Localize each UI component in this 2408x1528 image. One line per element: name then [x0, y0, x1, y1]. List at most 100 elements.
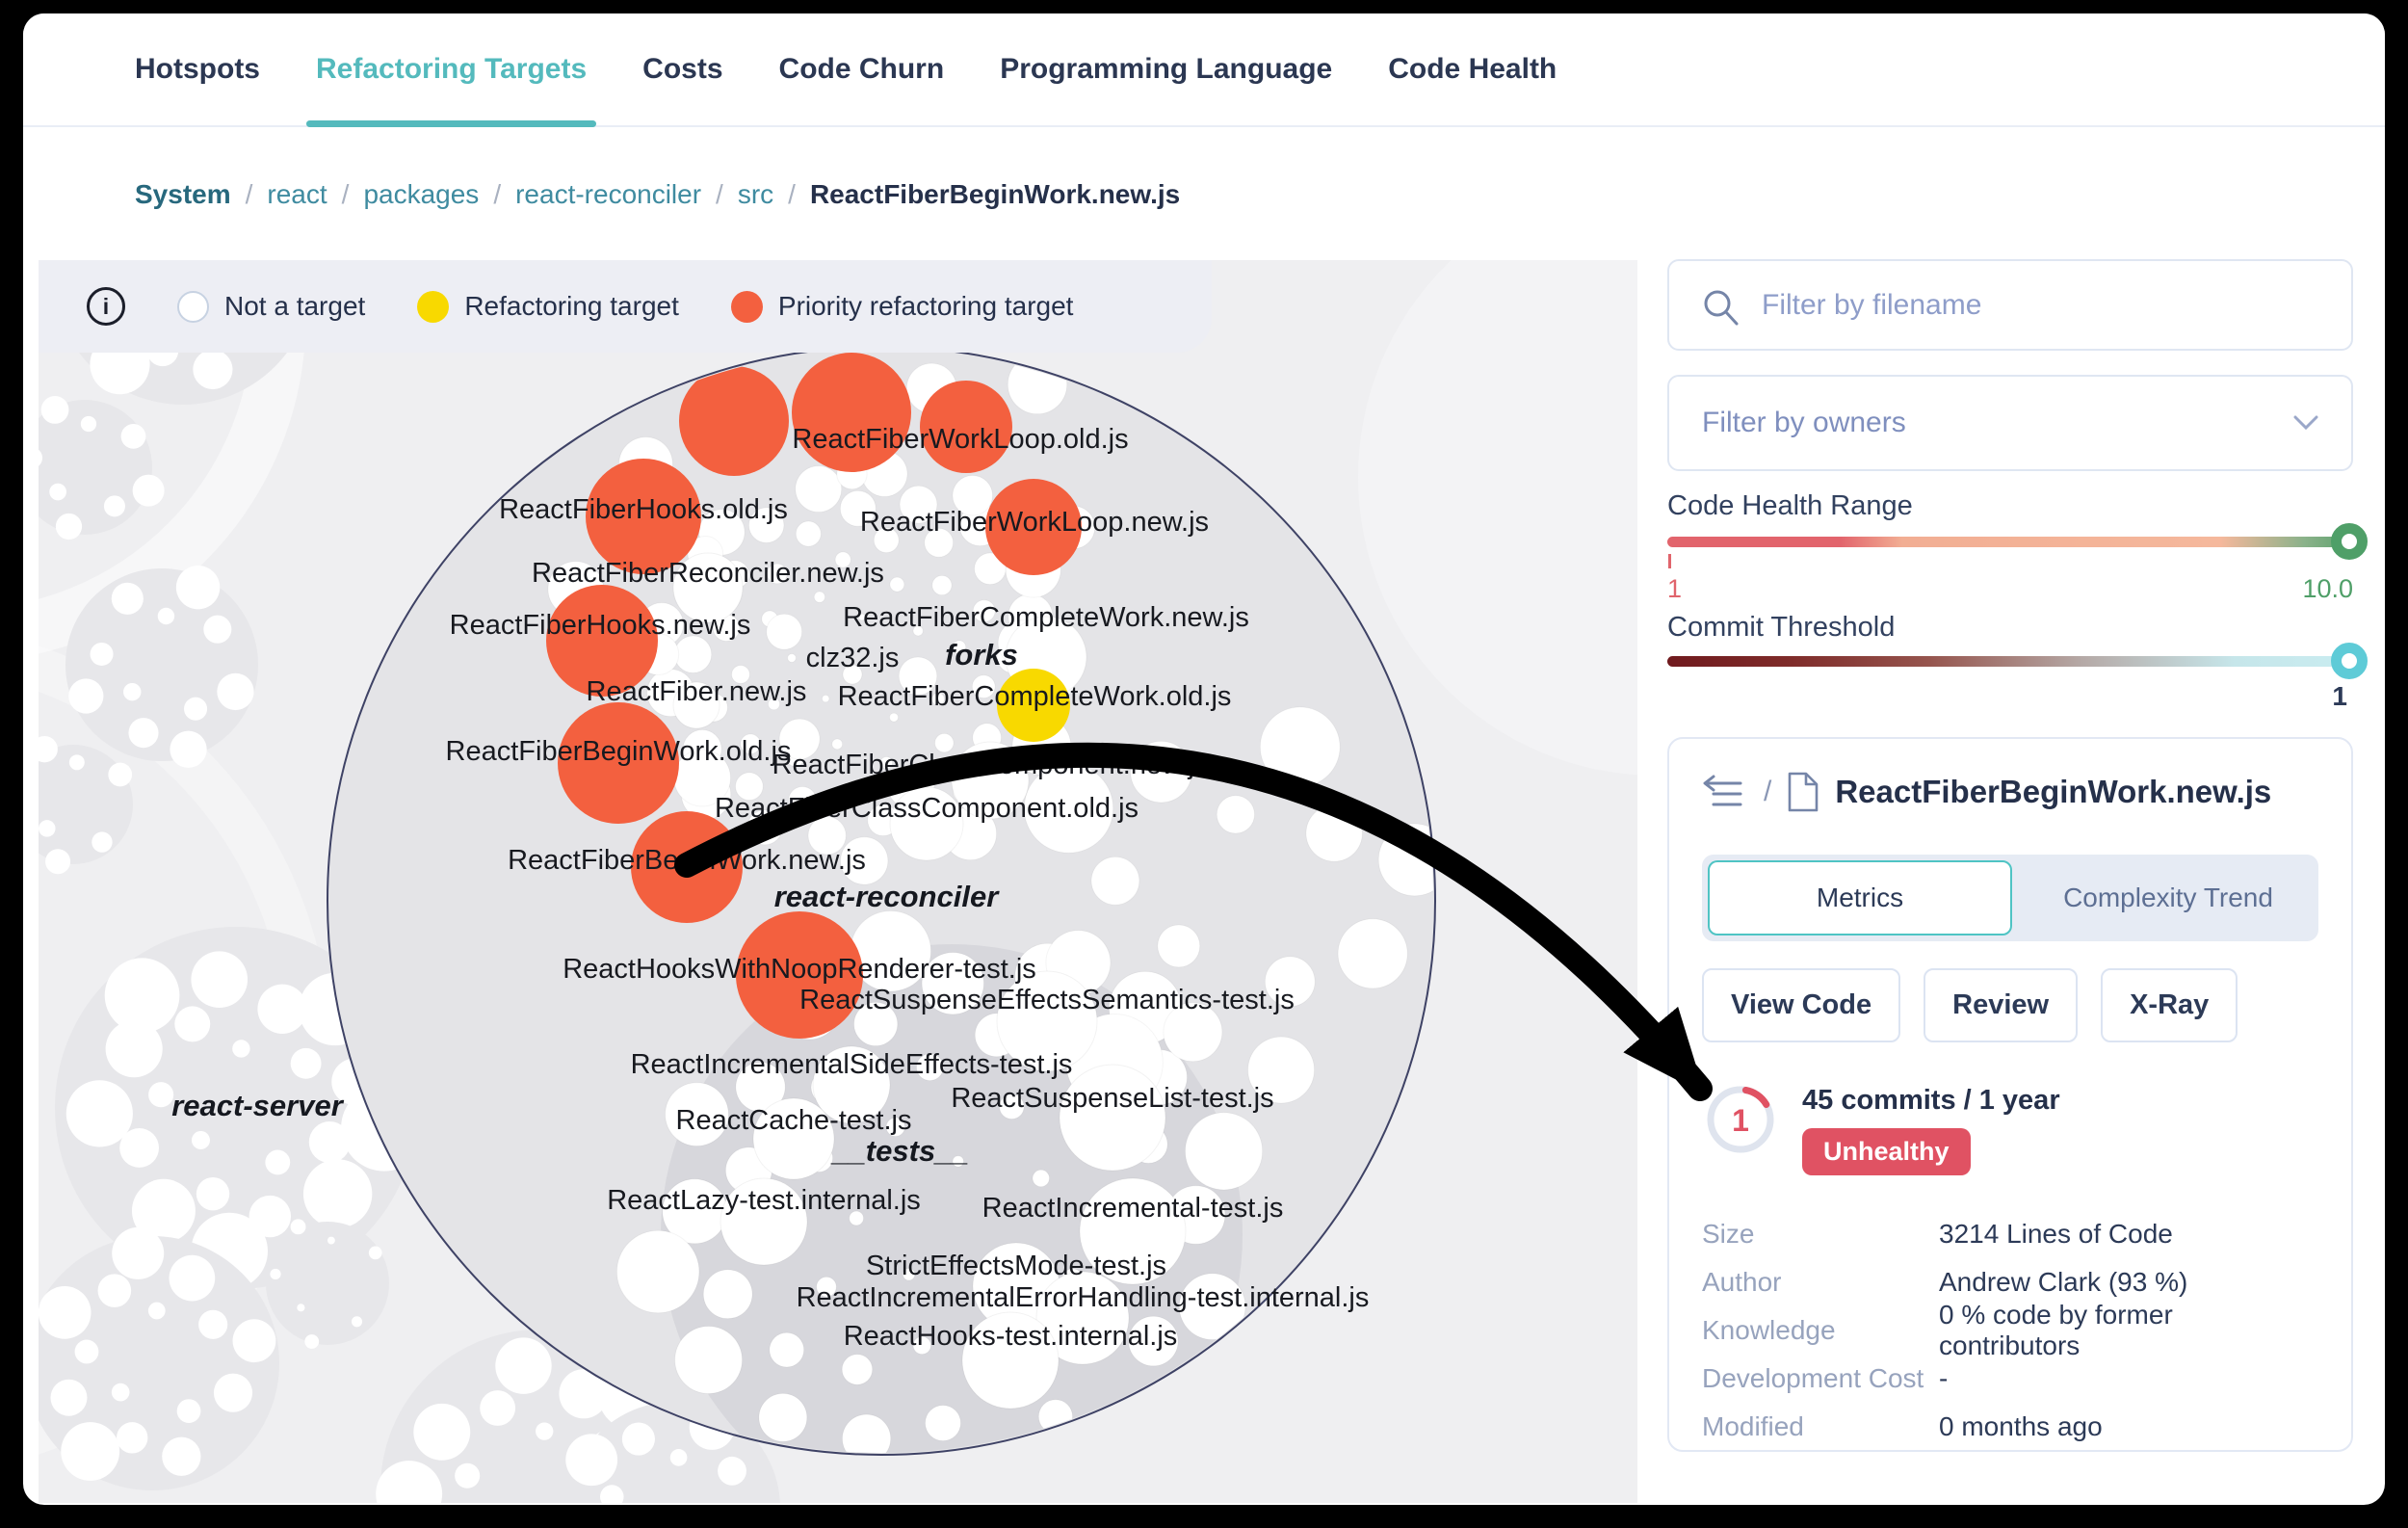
- breadcrumb-item-react-reconciler[interactable]: react-reconciler: [515, 179, 701, 210]
- file-bubble-unlabeled[interactable]: [842, 1355, 873, 1385]
- tab-complexity-trend[interactable]: Complexity Trend: [2018, 855, 2318, 941]
- file-bubble-unlabeled[interactable]: [1260, 707, 1340, 787]
- info-icon[interactable]: i: [87, 287, 125, 326]
- review-button[interactable]: Review: [1924, 968, 2078, 1042]
- tab-costs[interactable]: Costs: [642, 13, 722, 125]
- breadcrumb-item-react[interactable]: react: [267, 179, 327, 210]
- filter-by-owners-select[interactable]: Filter by owners: [1667, 375, 2353, 471]
- file-label-reactincrementalerrorhandling-test-internal-js: ReactIncrementalErrorHandling-test.inter…: [797, 1282, 1370, 1313]
- file-label-reacthookswithnooprenderer-test-js: ReactHooksWithNoopRenderer-test.js: [563, 954, 1036, 985]
- file-label-clz32-js: clz32.js: [806, 643, 900, 673]
- cluster-label-forks: forks: [945, 638, 1018, 672]
- chart-legend: i Not a targetRefactoring targetPriority…: [39, 260, 1212, 353]
- breadcrumb-item-packages[interactable]: packages: [363, 179, 479, 210]
- file-bubble-unlabeled[interactable]: [703, 1270, 752, 1319]
- tab-programming-language[interactable]: Programming Language: [1000, 13, 1332, 125]
- breadcrumb-item-src[interactable]: src: [738, 179, 773, 210]
- file-bubble-unlabeled[interactable]: [1158, 925, 1200, 967]
- file-bubble-unlabeled[interactable]: [890, 577, 904, 592]
- file-bubble-unlabeled[interactable]: [1306, 805, 1362, 861]
- file-bubble-unlabeled[interactable]: [1186, 1113, 1263, 1190]
- commit-threshold-label: Commit Threshold: [1667, 612, 1895, 644]
- code-health-gauge: 1: [1702, 1081, 1779, 1158]
- file-label-reactincremental-test-js: ReactIncremental-test.js: [982, 1193, 1284, 1224]
- file-bubble-unlabeled[interactable]: [759, 1393, 807, 1441]
- file-bubble-unlabeled[interactable]: [814, 592, 824, 602]
- status-badge: Unhealthy: [1802, 1128, 1971, 1175]
- file-bubble-unlabeled[interactable]: [1217, 796, 1254, 833]
- file-bubble-unlabeled[interactable]: [926, 1406, 961, 1441]
- file-bubble-unlabeled[interactable]: [1038, 1400, 1072, 1434]
- detail-row-value: Andrew Clark (93 %): [1939, 1267, 2187, 1298]
- file-bubble-unlabeled[interactable]: [770, 1332, 804, 1367]
- background-file-bubble: [198, 1310, 227, 1339]
- legend-dot: [177, 291, 209, 323]
- file-bubble-unlabeled[interactable]: [1338, 919, 1407, 988]
- file-bubble-unlabeled[interactable]: [822, 695, 828, 701]
- background-file-bubble: [670, 1449, 688, 1466]
- file-bubble-unlabeled[interactable]: [1159, 1373, 1223, 1437]
- file-label-reactfiberclasscomponent-old-js: ReactFiberClassComponent.old.js: [715, 793, 1139, 824]
- tab-metrics[interactable]: Metrics: [1708, 860, 2012, 935]
- file-bubble-unlabeled[interactable]: [675, 1327, 743, 1394]
- background-file-bubble: [413, 1404, 470, 1461]
- background-file-bubble: [232, 1040, 249, 1057]
- file-bubble-unlabeled[interactable]: [1091, 856, 1139, 905]
- tab-code-health[interactable]: Code Health: [1388, 13, 1557, 125]
- background-file-bubble: [49, 484, 66, 501]
- file-bubble-unlabeled[interactable]: [1033, 1170, 1049, 1186]
- filter-by-filename-input[interactable]: [1762, 261, 2330, 349]
- file-bubble-unlabeled[interactable]: [872, 1462, 937, 1503]
- view-code-button[interactable]: View Code: [1702, 968, 1900, 1042]
- breadcrumb-item-system[interactable]: System: [135, 179, 231, 210]
- cluster-label-react-reconciler: react-reconciler: [774, 880, 1001, 913]
- back-to-list-icon[interactable]: [1702, 775, 1748, 809]
- file-label-reactfiberbeginwork-new-js: ReactFiberBeginWork.new.js: [508, 845, 866, 876]
- file-bubble-unlabeled[interactable]: [1378, 824, 1451, 896]
- file-bubble-unlabeled[interactable]: [674, 636, 711, 672]
- file-label-reactfibercompletework-old-js: ReactFiberCompleteWork.old.js: [838, 681, 1232, 712]
- file-bubble-unlabeled[interactable]: [788, 654, 797, 663]
- background-file-bubble: [203, 616, 231, 644]
- code-health-range-slider[interactable]: [1667, 537, 2359, 547]
- background-file-bubble: [303, 1159, 372, 1227]
- file-bubble-unlabeled[interactable]: [1021, 1458, 1094, 1503]
- file-detail-card: / ReactFiberBeginWork.new.js MetricsComp…: [1667, 737, 2353, 1452]
- background-file-bubble: [92, 831, 112, 852]
- file-bubble-unlabeled[interactable]: [776, 1453, 837, 1503]
- breadcrumb-separator: /: [716, 179, 723, 210]
- code-health-range-handle[interactable]: [2331, 523, 2368, 560]
- x-ray-button[interactable]: X-Ray: [2101, 968, 2238, 1042]
- breadcrumb-current-file: ReactFiberBeginWork.new.js: [810, 179, 1180, 210]
- file-bubble-reactsuspenselist-test-js[interactable]: [1060, 1065, 1165, 1171]
- header-separator: /: [1764, 776, 1771, 808]
- detail-row-label: Author: [1702, 1267, 1939, 1298]
- filter-by-filename-box: [1667, 259, 2353, 351]
- legend-label: Not a target: [224, 291, 365, 322]
- commit-threshold-slider[interactable]: [1667, 656, 2359, 667]
- background-file-bubble: [176, 566, 220, 609]
- cluster-label-react-server: react-server: [171, 1089, 344, 1122]
- file-bubble-unlabeled[interactable]: [767, 614, 802, 649]
- bubble-chart-canvas[interactable]: ReactFiberWorkLoop.old.jsReactFiberWorkL…: [39, 260, 1637, 1503]
- file-bubble-unlabeled[interactable]: [796, 466, 842, 513]
- background-file-bubble: [455, 1463, 480, 1488]
- file-bubble-unlabeled[interactable]: [965, 1443, 1019, 1497]
- breadcrumb-separator: /: [246, 179, 253, 210]
- file-bubble-unlabeled[interactable]: [796, 521, 821, 546]
- tab-hotspots[interactable]: Hotspots: [135, 13, 260, 125]
- file-bubble-unlabeled-priority[interactable]: [679, 366, 789, 476]
- file-bubble-unlabeled[interactable]: [616, 1230, 698, 1312]
- background-file-bubble: [565, 1434, 617, 1486]
- file-label-reactfiberhooks-old-js: ReactFiberHooks.old.js: [499, 494, 788, 525]
- file-bubble-unlabeled[interactable]: [890, 713, 899, 722]
- background-file-bubble: [66, 1080, 133, 1146]
- tab-refactoring-targets[interactable]: Refactoring Targets: [316, 13, 587, 125]
- file-bubble-unlabeled[interactable]: [832, 739, 843, 750]
- commit-threshold-handle[interactable]: [2331, 643, 2368, 679]
- chevron-down-icon: [2293, 415, 2318, 431]
- background-file-bubble: [105, 958, 180, 1033]
- tab-code-churn[interactable]: Code Churn: [779, 13, 945, 125]
- file-bubble-unlabeled[interactable]: [932, 575, 952, 594]
- code-health-min-tick: [1668, 554, 1671, 568]
